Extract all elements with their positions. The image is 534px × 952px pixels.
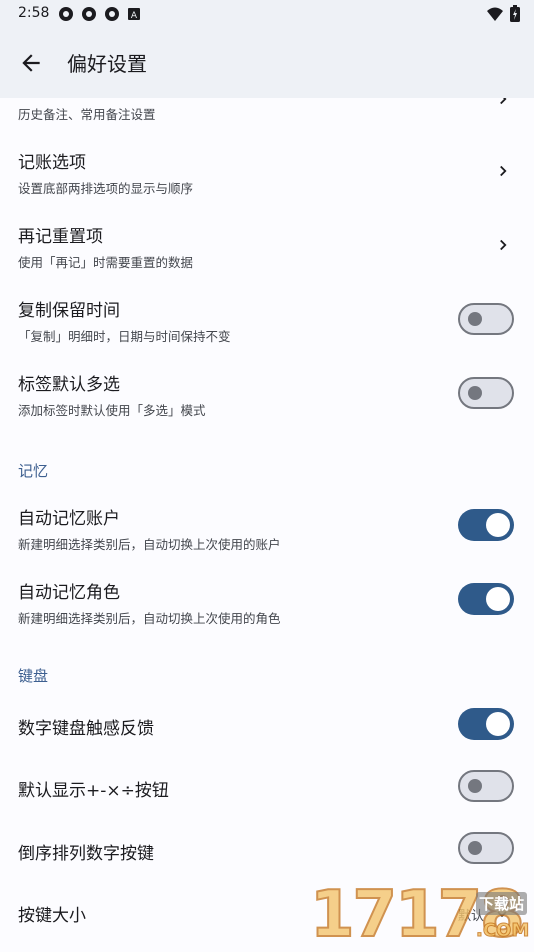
item-title: 复制保留时间 [18,301,120,321]
watermark-domain: .COM [475,920,530,942]
switch-thumb [486,513,510,537]
item-title: 数字键盘触感反馈 [18,719,154,739]
haptic-feedback-switch[interactable] [458,708,514,740]
status-right-icons [486,5,520,22]
settings-list: 历史备注、常用备注设置 记账选项 设置底部两排选项的显示与顺序 再记重置项 使用… [0,98,534,950]
switch-thumb [468,386,482,400]
reverse-keys-switch[interactable] [458,832,514,864]
page-title: 偏好设置 [67,52,147,76]
battery-icon [510,5,520,22]
arrow-left-icon[interactable] [18,50,44,76]
notification-icon [105,7,119,21]
app-bar: 偏好设置 [0,28,534,98]
status-time: 2:58 [18,5,50,21]
item-summary: 新建明细选择类别后，自动切换上次使用的账户 [18,537,281,552]
settings-item-remarks[interactable]: 历史备注、常用备注设置 [0,98,534,134]
watermark-logo: 17178 下载站 .COM [309,880,534,950]
item-title: 再记重置项 [18,227,103,247]
remember-account-switch[interactable] [458,509,514,541]
chevron-right-icon [500,98,507,105]
settings-item-reset-items[interactable]: 再记重置项 使用「再记」时需要重置的数据 [0,208,534,282]
notification-icon [82,7,96,21]
section-header-memory: 记忆 [18,462,49,480]
item-title: 倒序排列数字按键 [18,844,154,864]
watermark-sub: 下载站 [476,892,528,915]
switch-thumb [486,587,510,611]
switch-thumb [468,312,482,326]
item-summary: 「复制」明细时，日期与时间保持不变 [18,329,231,344]
item-title: 默认显示+-×÷按钮 [18,781,169,801]
item-title: 自动记忆账户 [18,509,120,529]
settings-item-reverse-keys[interactable]: 倒序排列数字按键 [0,818,534,880]
switch-thumb [468,779,482,793]
switch-thumb [486,712,510,736]
show-operators-switch[interactable] [458,770,514,802]
item-title: 自动记忆角色 [18,583,120,603]
item-title: 标签默认多选 [18,375,120,395]
tag-multiselect-switch[interactable] [458,377,514,409]
settings-item-accounting-options[interactable]: 记账选项 设置底部两排选项的显示与顺序 [0,134,534,208]
remember-role-switch[interactable] [458,583,514,615]
settings-item-tag-multiselect[interactable]: 标签默认多选 添加标签时默认使用「多选」模式 [0,356,534,430]
svg-text:A: A [131,11,138,21]
wifi-icon [487,7,503,21]
settings-item-show-operators[interactable]: 默认显示+-×÷按钮 [0,756,534,818]
item-summary: 历史备注、常用备注设置 [18,107,156,122]
status-notification-icons: A [58,6,141,22]
item-summary: 设置底部两排选项的显示与顺序 [18,181,194,196]
item-title: 记账选项 [18,153,86,173]
notification-icon [59,7,73,21]
item-summary: 使用「再记」时需要重置的数据 [18,255,194,270]
chevron-right-icon [500,165,507,177]
item-title: 按键大小 [18,906,86,926]
section-header-keyboard: 键盘 [18,667,49,685]
settings-item-copy-keep-time[interactable]: 复制保留时间 「复制」明细时，日期与时间保持不变 [0,282,534,356]
switch-thumb [468,841,482,855]
status-bar: 2:58 A [0,0,534,28]
settings-item-remember-account[interactable]: 自动记忆账户 新建明细选择类别后，自动切换上次使用的账户 [0,494,534,568]
settings-item-remember-role[interactable]: 自动记忆角色 新建明细选择类别后，自动切换上次使用的角色 [0,568,534,642]
settings-item-haptic-feedback[interactable]: 数字键盘触感反馈 [0,694,534,756]
a-icon: A [128,8,140,21]
item-summary: 添加标签时默认使用「多选」模式 [18,403,206,418]
copy-keep-time-switch[interactable] [458,303,514,335]
chevron-right-icon [500,239,507,251]
item-summary: 新建明细选择类别后，自动切换上次使用的角色 [18,611,281,626]
